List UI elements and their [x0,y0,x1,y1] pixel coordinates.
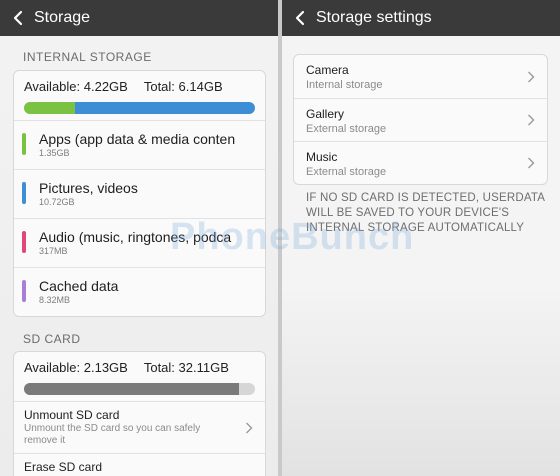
sd-capacity-row: Available: 2.13GB Total: 32.11GB [14,352,265,375]
setting-item-music[interactable]: Music External storage [294,141,547,184]
usage-item-size: 8.32MB [39,295,71,305]
setting-item-label: Camera [306,63,349,77]
internal-storage-card: Available: 4.22GB Total: 6.14GB Apps (ap… [13,70,266,317]
page-title: Storage [34,9,91,26]
unmount-sd-card-label: Unmount SD card [24,408,120,422]
chevron-right-icon [528,157,535,169]
back-arrow-icon [13,10,23,26]
usage-item-apps[interactable]: Apps (app data & media conten 1.35GB [14,120,265,169]
setting-item-gallery[interactable]: Gallery External storage [294,98,547,141]
usage-item-cached-data[interactable]: Cached data 8.32MB [14,267,265,316]
cached-data-color-swatch [22,280,26,302]
internal-usage-bar [24,102,255,114]
storage-panel: Storage INTERNAL STORAGE Available: 4.22… [0,0,278,476]
page-title: Storage settings [316,9,432,26]
audio-color-swatch [22,231,26,253]
back-button[interactable] [4,0,32,36]
sd-total-text: Total: 32.11GB [143,360,229,375]
usage-bar-segment [74,102,255,114]
setting-item-label: Music [306,150,338,164]
internal-available-text: Available: 4.22GB [24,79,128,94]
storage-fallback-note: IF NO SD CARD IS DETECTED, USERDATA WILL… [306,192,545,234]
internal-total-text: Total: 6.14GB [143,79,223,94]
storage-settings-panel: Storage settings Camera Internal storage… [282,0,560,476]
sd-card-header: SD CARD [23,332,81,346]
usage-bar-segment [24,383,239,395]
usage-item-size: 10.72GB [39,197,75,207]
erase-sd-card-label: Erase SD card [24,460,103,474]
apps-color-swatch [22,133,26,155]
storage-locations-card: Camera Internal storage Gallery External… [293,54,548,185]
setting-item-label: Gallery [306,107,345,121]
usage-item-label: Cached data [39,278,119,294]
unmount-sd-card-item[interactable]: Unmount SD card Unmount the SD card so y… [14,401,265,453]
storage-title-bar: Storage [0,0,278,36]
back-button[interactable] [286,0,314,36]
chevron-right-icon [528,114,535,126]
setting-item-value: Internal storage [306,79,383,91]
usage-item-label: Pictures, videos [39,180,138,196]
chevron-right-icon [246,422,253,433]
setting-item-camera[interactable]: Camera Internal storage [294,55,547,98]
sd-usage-bar [24,383,255,395]
usage-item-size: 1.35GB [39,148,70,158]
usage-item-label: Apps (app data & media conten [39,131,236,147]
sd-card-card: Available: 2.13GB Total: 32.11GB Unmount… [13,351,266,476]
usage-item-label: Audio (music, ringtones, podca [39,229,232,245]
usage-item-audio[interactable]: Audio (music, ringtones, podca 317MB [14,218,265,267]
pictures-color-swatch [22,182,26,204]
setting-item-value: External storage [306,123,387,135]
usage-item-size: 317MB [39,246,68,256]
internal-storage-header: INTERNAL STORAGE [23,50,152,64]
usage-bar-segment [24,102,75,114]
storage-settings-title-bar: Storage settings [282,0,560,36]
back-arrow-icon [295,10,305,26]
usage-item-pictures[interactable]: Pictures, videos 10.72GB [14,169,265,218]
unmount-sd-card-desc: Unmount the SD card so you can safely re… [24,423,201,446]
sd-available-text: Available: 2.13GB [24,360,128,375]
erase-sd-card-item[interactable]: Erase SD card [14,453,265,476]
chevron-right-icon [528,71,535,82]
setting-item-value: External storage [306,166,387,178]
internal-capacity-row: Available: 4.22GB Total: 6.14GB [14,71,265,94]
